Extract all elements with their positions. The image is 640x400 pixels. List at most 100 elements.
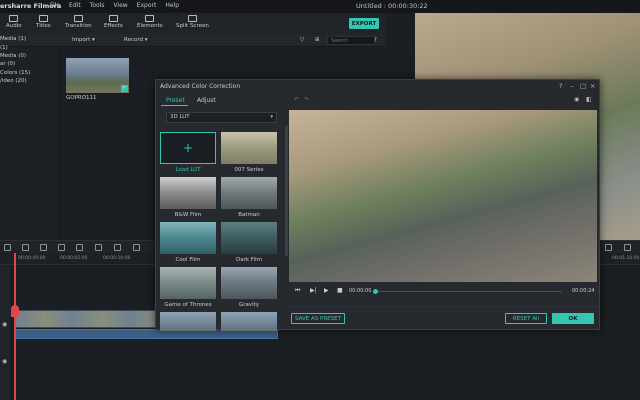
preset-next-row[interactable]	[160, 312, 216, 331]
split-screen-icon	[187, 15, 197, 22]
preset-scrollbar[interactable]	[285, 126, 288, 256]
toolbar-titles[interactable]: Titles	[36, 15, 51, 29]
eye-icon[interactable]: ◉	[2, 321, 7, 328]
progress-track[interactable]	[375, 291, 562, 292]
library-item-sample[interactable]: ar (0)	[0, 61, 15, 67]
tab-preset[interactable]: Preset	[166, 97, 185, 104]
dialog-title: Advanced Color Correction	[160, 83, 241, 90]
menu-export[interactable]: Export	[137, 2, 157, 9]
titles-icon	[38, 15, 48, 22]
lut-type-select[interactable]: 3D LUT ▾	[166, 112, 277, 123]
preset-game-of-thrones[interactable]: Game of Thrones	[160, 267, 216, 308]
close-icon[interactable]: ×	[590, 82, 595, 90]
preset-label: 007 Series	[234, 167, 264, 173]
tab-adjust[interactable]: Adjust	[197, 97, 216, 104]
crop-icon[interactable]	[58, 244, 65, 251]
menu-file[interactable]: File	[50, 2, 60, 9]
undo-icon[interactable]	[4, 244, 11, 251]
preset-dark-film[interactable]: Dark Film	[221, 222, 277, 263]
import-dropdown[interactable]: Import ▾	[72, 37, 95, 43]
preset-thumbnail	[160, 177, 216, 209]
stop-icon[interactable]: ■	[337, 287, 343, 294]
preset-bw-film[interactable]: B&W Film	[160, 177, 216, 218]
help-icon[interactable]: ?	[559, 82, 562, 90]
media-clip-thumbnail[interactable]	[66, 58, 129, 93]
search-input[interactable]: Search	[327, 36, 375, 45]
preview-toolbar: ↶ ↷ ◉ ◧	[289, 94, 601, 106]
playhead-handle[interactable]	[11, 305, 19, 317]
skip-back-icon[interactable]: ⏮	[295, 287, 300, 295]
preset-label: Game of Thrones	[164, 302, 212, 308]
grid-view-icon[interactable]: ⊞	[315, 37, 320, 43]
record-dropdown[interactable]: Record ▾	[124, 37, 148, 43]
preset-thumbnail	[160, 222, 216, 254]
compare-icon[interactable]: ◧	[586, 96, 592, 103]
menubar: ersharre Filmora File Edit Tools View Ex…	[0, 0, 640, 13]
preset-cool-film[interactable]: Cool Film	[160, 222, 216, 263]
audio-icon	[9, 15, 19, 22]
menu-tools[interactable]: Tools	[90, 2, 105, 9]
eye-icon[interactable]: ◉	[2, 358, 7, 365]
preset-load-lut[interactable]: + Load LUT	[160, 132, 216, 173]
export-button[interactable]: EXPORT	[349, 18, 379, 29]
toolbar-audio[interactable]: Audio	[6, 15, 22, 29]
toolbar-transition[interactable]: Transition	[65, 15, 92, 29]
eye-icon[interactable]: ◉	[574, 96, 579, 103]
progress-handle[interactable]	[373, 289, 378, 294]
menu-help[interactable]: Help	[165, 2, 179, 9]
toolbar-transition-label: Transition	[65, 23, 92, 29]
preset-thumbnail	[160, 267, 216, 299]
preset-thumbnail	[221, 177, 277, 209]
preset-label: Gravity	[238, 302, 260, 308]
save-as-preset-button[interactable]: SAVE AS PRESET	[291, 313, 345, 324]
preset-label: Cool Film	[175, 257, 201, 263]
menu-edit[interactable]: Edit	[69, 2, 81, 9]
color-icon[interactable]	[95, 244, 102, 251]
preset-007-series[interactable]: 007 Series	[221, 132, 277, 173]
delete-icon[interactable]	[22, 244, 29, 251]
menu-view[interactable]: View	[113, 2, 127, 9]
library-item-folder[interactable]: (1)	[0, 45, 8, 51]
preset-thumbnail	[221, 312, 277, 331]
maximize-icon[interactable]: □	[580, 82, 586, 90]
zoom-in-icon[interactable]	[605, 244, 612, 251]
library-item-shared[interactable]: Media (0)	[0, 53, 26, 59]
tick-label: 00:00:00:00	[18, 256, 46, 261]
library-item-media[interactable]: Media (1)	[0, 36, 26, 42]
record-voice-icon[interactable]	[133, 244, 140, 251]
toolbar-elements[interactable]: Elements	[137, 15, 163, 29]
preset-gravity[interactable]: Gravity	[221, 267, 277, 308]
preset-next-row[interactable]	[221, 312, 277, 331]
audio-mixer-icon[interactable]	[114, 244, 121, 251]
minimize-icon[interactable]: –	[570, 82, 573, 90]
ok-button[interactable]: OK	[552, 313, 594, 324]
import-label: Import	[72, 37, 91, 43]
plus-icon: +	[160, 132, 216, 164]
toolbar-split-screen[interactable]: Split Screen	[176, 15, 209, 29]
tick-label: 00:00:10:00	[103, 256, 131, 261]
redo-icon[interactable]: ↷	[304, 96, 309, 103]
playhead[interactable]	[14, 253, 16, 400]
cut-icon[interactable]	[40, 244, 47, 251]
transition-icon	[73, 15, 83, 22]
toolbar-effects[interactable]: Effects	[104, 15, 123, 29]
preset-batman[interactable]: Batman	[221, 177, 277, 218]
reset-all-button[interactable]: RESET All	[505, 313, 547, 324]
speed-icon[interactable]	[76, 244, 83, 251]
toolbar-elements-label: Elements	[137, 23, 163, 29]
preset-label: Batman	[238, 212, 260, 218]
zoom-out-icon[interactable]	[624, 244, 631, 251]
filter-icon[interactable]: ▽	[300, 37, 304, 43]
tick-label: 00:01:10:00	[612, 256, 640, 261]
elements-icon	[145, 15, 155, 22]
play-icon[interactable]: ▶	[324, 287, 329, 294]
library-item-colors[interactable]: Colors (15)	[0, 70, 30, 76]
frame-back-icon[interactable]: ▶|	[310, 287, 317, 294]
library-item-video[interactable]: /ideo (20)	[0, 78, 27, 84]
undo-icon[interactable]: ↶	[294, 96, 299, 103]
preset-thumbnail	[221, 222, 277, 254]
timeline-video-clip[interactable]	[15, 310, 160, 328]
toolbar-titles-label: Titles	[36, 23, 51, 29]
tick-label: 00:00:05:00	[60, 256, 88, 261]
chevron-down-icon: ▾	[270, 114, 273, 120]
